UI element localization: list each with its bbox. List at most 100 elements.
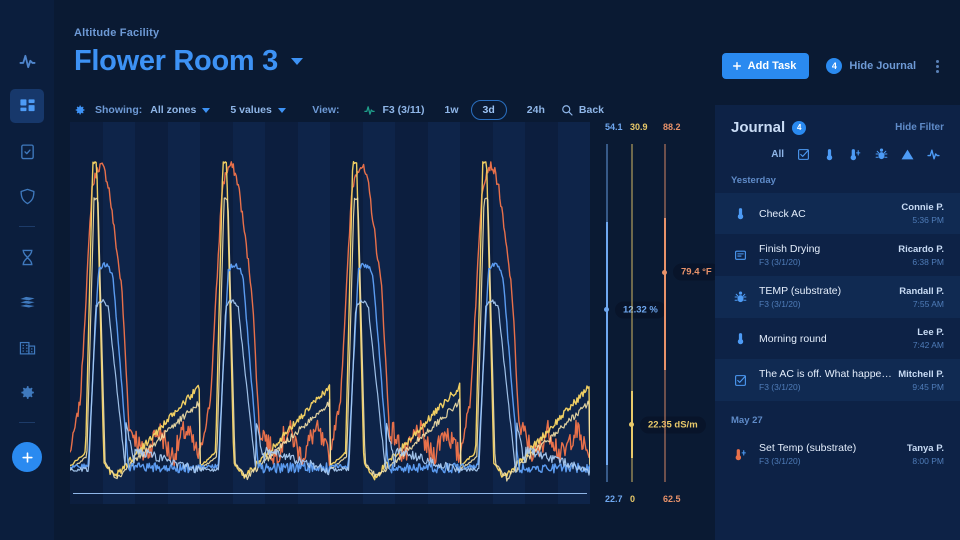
journal-filter-bar: All [715,136,960,161]
journal-entry-text: Morning round [749,333,913,345]
scale-max-humidity: 54.1 [605,122,623,132]
pulse-icon [18,54,36,68]
journal-entry-title: Morning round [759,332,827,345]
journal-entry[interactable]: The AC is off. What happe… F3 (3/1/20) Mit… [715,359,960,401]
scale-range-fill [664,218,666,371]
journal-entry-title: Finish Drying [759,243,821,255]
left-nav-rail [0,0,54,540]
journal-entry-title: The AC is off. What happe… [759,368,892,380]
journal-entry-time: 7:55 AM [912,298,944,309]
journal-panel: Journal 4 Hide Filter All Yesterday Check… [715,105,960,540]
journal-entry-author: Randall P. [899,285,944,297]
add-task-button[interactable]: Add Task [721,53,810,79]
journal-title: Journal [731,119,786,136]
scale-min-ec: 0 [630,494,636,504]
journal-entry-time: 7:42 AM [912,340,944,350]
warning-triangle-icon[interactable] [901,148,914,161]
app-root: Altitude Facility Flower Room 3 Add Task… [0,0,960,540]
journal-entry[interactable]: Finish Drying F3 (3/1/20) Ricardo P. 6:38 P… [715,234,960,276]
chart-value-scales: 12.32 % 54.1 22.7 22.35 dS/m 30.9 0 79.4 °F 88.… [598,122,720,504]
scale-marker-label: 22.35 dS/m [640,416,706,434]
sidebar-item-tasks[interactable] [10,134,44,168]
journal-entry-title: Set Temp (substrate) [759,442,857,454]
chevron-down-icon[interactable] [290,58,303,65]
scale-track-temp[interactable]: 79.4 °F [662,144,720,482]
range-1w[interactable]: 1w [445,104,459,116]
journal-entry-time: 9:45 PM [912,381,944,392]
back-button[interactable]: Back [561,104,604,116]
journal-entry-meta: Mitchell P. 9:45 PM [898,369,944,392]
sidebar-item-alerts[interactable] [10,179,44,213]
hide-filter-button[interactable]: Hide Filter [895,122,944,133]
journal-badge: 4 [792,120,807,135]
journal-entry-list: Yesterday Check AC Connie P. 5:36 PM Finish … [715,161,960,475]
journal-entry-text: The AC is off. What happe… F3 (3/1/20) [749,368,898,392]
building-icon [19,341,35,354]
checkbox-icon[interactable] [797,148,810,161]
sidebar-item-facilities[interactable] [10,330,44,364]
scale-marker-dot[interactable] [604,307,610,313]
back-label: Back [578,104,604,116]
journal-entry-subtitle: F3 (3/1/20) [759,456,801,466]
sidebar-item-monitor[interactable] [10,44,44,78]
search-icon [562,105,573,116]
clipboard-icon [20,143,34,159]
bug-icon[interactable] [875,148,888,161]
chart-baseline [73,492,587,494]
hide-journal-label: Hide Journal [849,60,916,72]
gear-icon [20,385,34,399]
page-title-row[interactable]: Flower Room 3 [74,45,303,78]
chart-series-svg [70,161,590,482]
zones-value: All zones [150,104,197,116]
scale-marker-dot[interactable] [662,269,668,275]
sidebar-item-history[interactable] [10,240,44,274]
gear-icon[interactable] [74,104,86,116]
pulse-icon[interactable] [927,148,940,161]
thermometer-icon [731,206,749,221]
sidebar-item-settings[interactable] [10,375,44,409]
hourglass-icon [22,249,32,265]
values-dropdown[interactable]: 5 values [230,104,286,116]
journal-entry-meta: Ricardo P. 6:38 PM [898,244,944,267]
values-value: 5 values [230,104,272,116]
thermometer-icon[interactable] [823,148,836,161]
journal-entry[interactable]: Morning round Lee P. 7:42 AM [715,318,960,359]
hide-journal-button[interactable]: 4 Hide Journal [826,58,916,74]
journal-entry-subtitle: F3 (3/1/20) [759,382,801,392]
scale-marker-dot[interactable] [629,422,635,428]
page-title: Flower Room 3 [74,45,278,77]
filter-all[interactable]: All [771,149,784,160]
journal-entry-meta: Tanya P. 8:00 PM [907,443,944,466]
breadcrumb-facility[interactable]: Altitude Facility [74,27,159,39]
environment-chart[interactable] [70,122,590,504]
range-24h[interactable]: 24h [527,104,545,116]
journal-entry[interactable]: TEMP (substrate) F3 (3/1/20) Randall P. 7:5… [715,276,960,318]
journal-entry-author: Lee P. [917,327,944,338]
chart-toolbar: Showing: All zones 5 values View: F3 (3/… [74,100,604,120]
view-label: View: [312,104,340,116]
scale-track-humidity[interactable]: 12.32 % [604,144,666,482]
chevron-down-icon [277,107,286,113]
journal-entry-text: TEMP (substrate) F3 (3/1/20) [749,285,899,309]
range-3d[interactable]: 3d [470,100,507,120]
journal-entry-text: Set Temp (substrate) F3 (3/1/20) [749,442,907,466]
add-task-label: Add Task [747,60,797,72]
thermometer-settings-icon[interactable] [849,148,862,161]
sidebar-item-zones[interactable] [10,285,44,319]
journal-header: Journal 4 Hide Filter [715,105,960,136]
scale-marker-label: 79.4 °F [673,263,720,281]
add-button[interactable] [12,442,42,472]
journal-entry[interactable]: Check AC Connie P. 5:36 PM [715,193,960,234]
sensor-selector[interactable]: F3 (3/11) [363,104,425,116]
layers-icon [19,296,35,307]
showing-label: Showing: [95,104,143,116]
journal-entry-text: Check AC [749,208,901,220]
zones-dropdown[interactable]: All zones [150,104,211,116]
more-options-icon[interactable] [933,57,942,76]
plus-icon [21,451,33,463]
scale-track-ec[interactable]: 22.35 dS/m [629,144,706,482]
journal-entry-title: TEMP (substrate) [759,285,842,297]
journal-entry[interactable]: Set Temp (substrate) F3 (3/1/20) Tanya P. 8… [715,433,960,475]
journal-entry-meta: Lee P. 7:42 AM [913,327,944,350]
sidebar-item-dashboard[interactable] [10,89,44,123]
